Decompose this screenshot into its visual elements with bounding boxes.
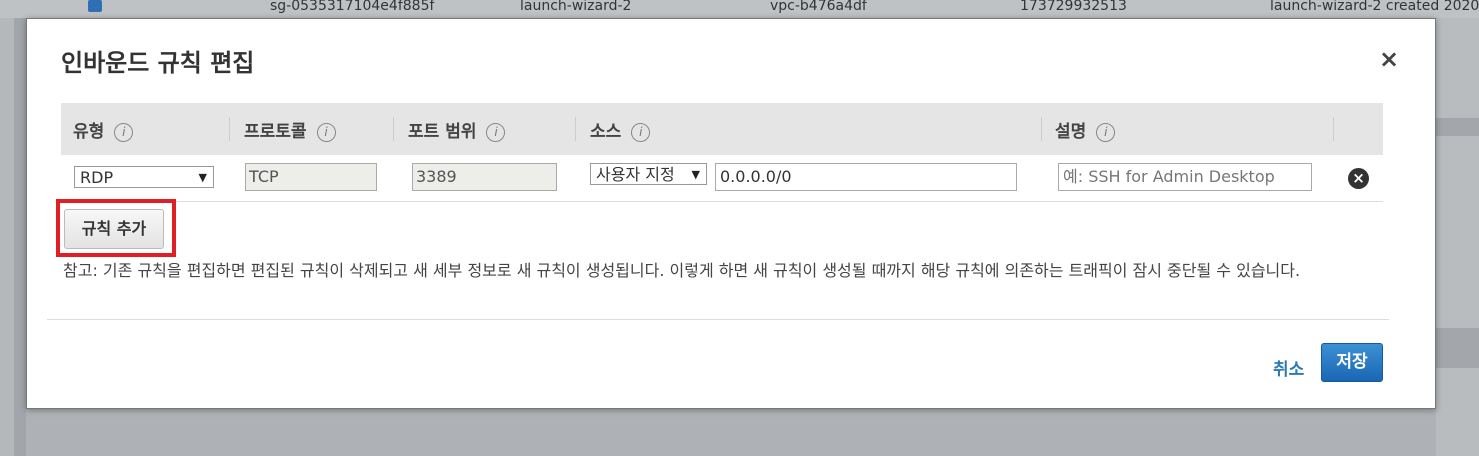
description-input[interactable]: 예: SSH for Admin Desktop [1058, 163, 1312, 191]
info-icon[interactable]: i [631, 123, 651, 142]
header-source: 소스 i [590, 117, 651, 142]
remove-rule-icon[interactable]: × [1348, 168, 1369, 189]
chevron-down-icon: ▼ [691, 168, 700, 181]
source-type-select[interactable]: 사용자 지정 ▼ [590, 163, 707, 185]
source-cidr-input[interactable]: 0.0.0.0/0 [715, 163, 1017, 191]
footer-divider [47, 319, 1389, 320]
modal-title: 인바운드 규칙 편집 [61, 49, 255, 77]
chevron-down-icon: ▼ [198, 171, 207, 184]
header-divider [1333, 117, 1334, 141]
bg-group-name: launch-wizard-2 [520, 0, 632, 14]
port-range-field: 3389 [412, 163, 557, 191]
info-icon[interactable]: i [316, 123, 336, 142]
save-button[interactable]: 저장 [1321, 343, 1383, 382]
bottom-background [26, 407, 1436, 456]
edit-warning-note: 참고: 기존 규칙을 편집하면 편집된 규칙이 삭제되고 새 세부 정보로 새 … [63, 261, 1301, 280]
bg-owner: 173729932513 [1020, 0, 1127, 14]
header-description: 설명 i [1055, 117, 1116, 142]
info-icon[interactable]: i [486, 123, 506, 142]
right-background-panel [1434, 18, 1479, 456]
table-row: RDP ▼ TCP 3389 사용자 지정 ▼ 0.0.0.0/0 예: SSH… [61, 155, 1383, 202]
info-icon[interactable]: i [114, 123, 134, 142]
cancel-button[interactable]: 취소 [1273, 355, 1304, 380]
bg-vpc-id: vpc-b476a4df [770, 0, 867, 14]
type-select[interactable]: RDP ▼ [74, 166, 214, 188]
header-divider [575, 117, 576, 141]
background-table-row: sg-0535317104e4f885f launch-wizard-2 vpc… [0, 0, 1479, 18]
header-divider [1041, 117, 1042, 141]
info-icon[interactable]: i [1096, 123, 1116, 142]
close-icon[interactable]: × [1379, 47, 1399, 71]
bg-group-id: sg-0535317104e4f885f [270, 0, 435, 14]
table-header: 유형 i 프로토콜 i 포트 범위 i 소스 i 설명 i [61, 103, 1383, 155]
row-checkbox[interactable] [88, 0, 102, 12]
header-divider [393, 117, 394, 141]
protocol-field: TCP [245, 163, 377, 191]
header-divider [229, 117, 230, 141]
header-protocol: 프로토콜 i [244, 117, 336, 142]
edit-inbound-rules-modal: 인바운드 규칙 편집 × 유형 i 프로토콜 i 포트 범위 i 소스 i 설명 i RD… [26, 18, 1436, 409]
highlight-box [56, 199, 176, 257]
header-port-range: 포트 범위 i [408, 117, 506, 142]
header-type: 유형 i [73, 117, 134, 142]
modal-header: 인바운드 규칙 편집 × [27, 19, 1435, 99]
bg-description: launch-wizard-2 created 2020 [1270, 0, 1479, 14]
